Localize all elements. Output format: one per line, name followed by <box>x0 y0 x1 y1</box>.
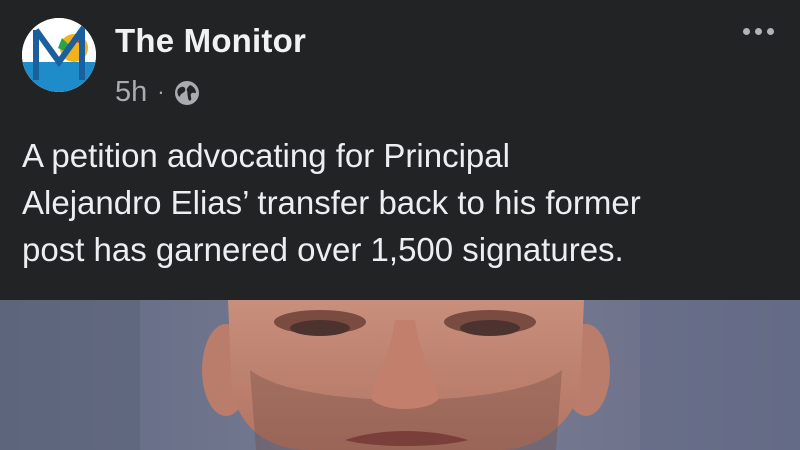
more-dot <box>742 27 750 35</box>
monitor-logo-icon: M <box>22 18 96 92</box>
post-message: A petition advocating for Principal Alej… <box>22 137 641 268</box>
post-timestamp[interactable]: 5h <box>115 76 147 109</box>
more-dot <box>754 27 762 35</box>
more-dot <box>766 27 774 35</box>
post-header: M The Monitor 5h · A petition advocating… <box>0 0 800 300</box>
more-options-icon[interactable] <box>736 18 780 44</box>
social-post: M The Monitor 5h · A petition advocating… <box>0 0 800 450</box>
page-avatar[interactable]: M <box>22 18 96 92</box>
meta-separator: · <box>157 79 165 104</box>
post-photo[interactable] <box>0 300 800 450</box>
page-name-link[interactable]: The Monitor <box>115 22 306 60</box>
globe-icon[interactable] <box>173 79 201 107</box>
post-meta: 5h · <box>115 74 201 110</box>
